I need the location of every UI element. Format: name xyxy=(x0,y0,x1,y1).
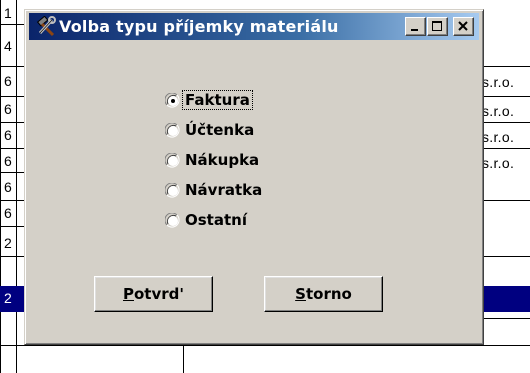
table-cell: 1 xyxy=(4,5,12,21)
grid-line xyxy=(0,200,24,201)
radio-option-navratka[interactable]: Návratka xyxy=(165,180,305,202)
radio-unchecked-icon[interactable] xyxy=(165,183,181,199)
table-cell: 4 xyxy=(4,38,12,54)
cancel-label-rest: torno xyxy=(305,285,352,303)
table-cell: 6 xyxy=(4,179,12,195)
grid-line xyxy=(0,172,24,173)
minimize-icon xyxy=(411,29,418,31)
grid-line xyxy=(484,66,530,67)
grid-line xyxy=(484,122,530,123)
radio-option-nakupka[interactable]: Nákupka xyxy=(165,150,305,172)
maximize-icon xyxy=(432,21,442,31)
table-cell: 6 xyxy=(4,127,12,143)
table-cell: 6 xyxy=(4,153,12,169)
radio-option-ostatni[interactable]: Ostatní xyxy=(165,210,305,232)
radio-checked-icon[interactable] xyxy=(165,93,181,109)
radio-label: Nákupka xyxy=(185,151,260,169)
grid-line xyxy=(183,345,184,373)
cancel-accelerator: S xyxy=(295,285,306,303)
grid-line xyxy=(0,66,24,67)
table-cell: s.r.o. xyxy=(482,155,515,171)
radio-unchecked-icon[interactable] xyxy=(165,213,181,229)
tools-icon xyxy=(35,15,57,38)
radio-option-uctenka[interactable]: Účtenka xyxy=(165,120,305,142)
table-cell: 2 xyxy=(4,235,12,251)
grid-line xyxy=(484,256,530,257)
radio-option-faktura[interactable]: Faktura xyxy=(165,90,305,112)
dialog-title: Volba typu příjemky materiálu xyxy=(59,17,339,36)
table-cell: s.r.o. xyxy=(482,103,515,119)
cancel-button[interactable]: Storno xyxy=(264,276,383,312)
maximize-button[interactable] xyxy=(427,17,448,36)
grid-line xyxy=(16,0,17,373)
close-button[interactable] xyxy=(453,17,474,36)
radio-label: Účtenka xyxy=(185,121,255,139)
grid-line xyxy=(0,0,1,373)
grid-line xyxy=(0,256,24,257)
grid-line xyxy=(484,200,530,201)
table-cell: 2 xyxy=(4,290,12,306)
minimize-button[interactable] xyxy=(405,17,426,36)
close-icon xyxy=(458,21,468,31)
radio-label: Ostatní xyxy=(185,211,247,229)
grid-line xyxy=(0,148,24,149)
grid-line xyxy=(484,148,530,149)
grid-line xyxy=(0,24,24,25)
table-cell: 6 xyxy=(4,205,12,221)
grid-line xyxy=(0,96,24,97)
grid-line xyxy=(484,318,530,319)
confirm-button[interactable]: Potvrd' xyxy=(94,276,213,312)
radio-label: Faktura xyxy=(182,90,253,110)
table-cell: s.r.o. xyxy=(482,129,515,145)
grid-line xyxy=(0,226,24,227)
radio-unchecked-icon[interactable] xyxy=(165,153,181,169)
radio-label: Návratka xyxy=(185,181,263,199)
confirm-accelerator: P xyxy=(123,285,134,303)
grid-line xyxy=(0,345,530,346)
grid-line xyxy=(0,122,24,123)
grid-line xyxy=(484,96,530,97)
table-cell: 6 xyxy=(4,101,12,117)
table-cell: 6 xyxy=(4,73,12,89)
material-receipt-type-dialog: Volba typu příjemky materiálu Faktura Úč… xyxy=(24,9,484,345)
dialog-titlebar[interactable]: Volba typu příjemky materiálu xyxy=(29,13,479,40)
radio-unchecked-icon[interactable] xyxy=(165,123,181,139)
table-cell: s.r.o. xyxy=(482,74,515,90)
confirm-label-rest: otvrd' xyxy=(134,285,184,303)
